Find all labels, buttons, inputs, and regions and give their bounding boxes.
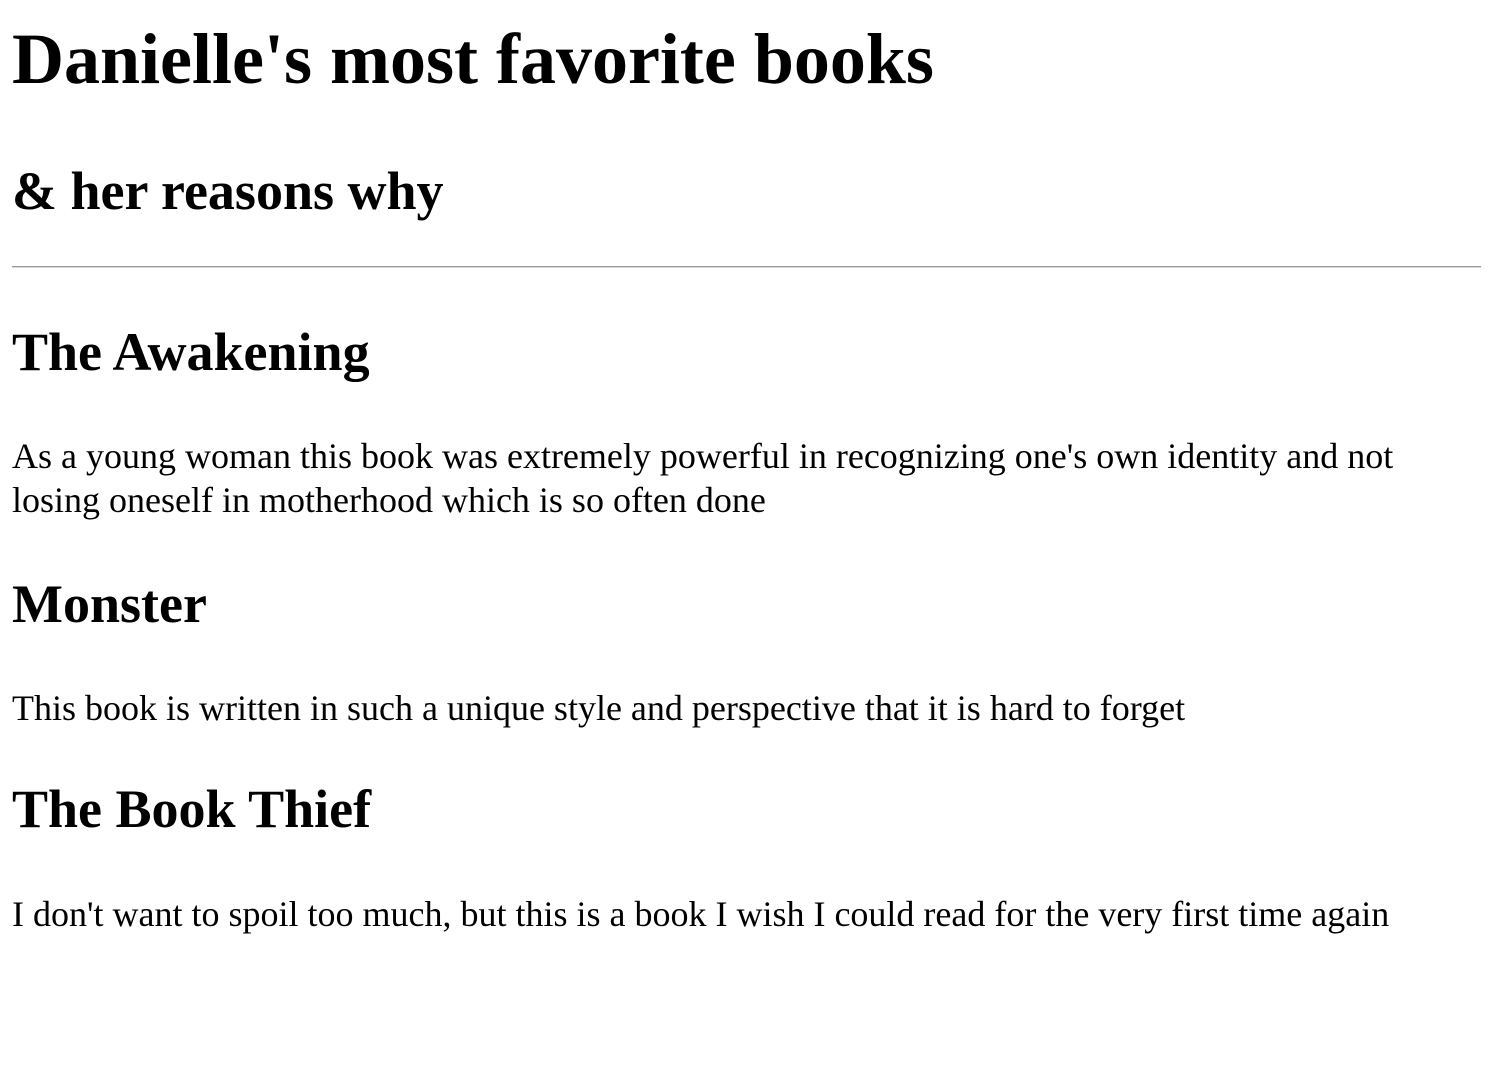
book-title-monster: Monster <box>12 574 207 634</box>
book-reason-the-book-thief: I don't want to spoil too much, but this… <box>12 894 1390 934</box>
page-title: Danielle's most favorite books <box>12 19 934 99</box>
book-reason-monster: This book is written in such a unique st… <box>12 688 1186 728</box>
horizontal-divider <box>12 266 1481 268</box>
book-reason-the-awakening: As a young woman this book was extremely… <box>12 436 1394 520</box>
page-subtitle: & her reasons why <box>12 161 444 221</box>
book-title-the-book-thief: The Book Thief <box>12 779 372 839</box>
book-title-the-awakening: The Awakening <box>12 322 370 382</box>
page-content: Danielle's most favorite books & her rea… <box>0 0 1494 934</box>
